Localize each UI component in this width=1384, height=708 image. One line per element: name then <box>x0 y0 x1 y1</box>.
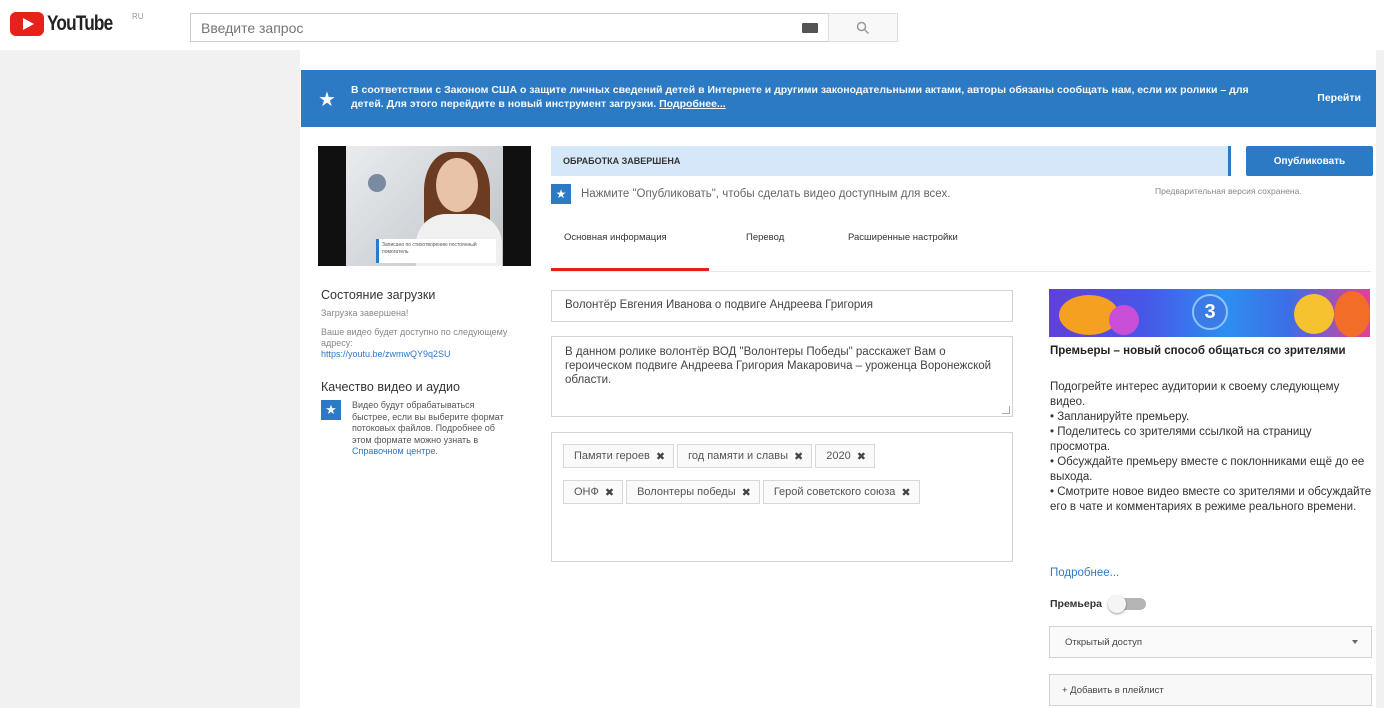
premiere-promo-image: 3 <box>1049 289 1370 337</box>
tags-field[interactable]: Памяти героев ✖ год памяти и славы ✖ 2020 ✖ О… <box>551 432 1013 562</box>
tag-chip: ОНФ ✖ <box>563 480 624 504</box>
star-icon: ★ <box>318 89 336 111</box>
remove-tag-icon[interactable]: ✖ <box>742 486 751 499</box>
premiere-toggle-label: Премьера <box>1050 598 1102 610</box>
publish-hint-text: Нажмите "Опубликовать", чтобы сделать ви… <box>581 188 951 200</box>
left-gutter <box>0 50 300 708</box>
search-box <box>190 13 828 42</box>
add-to-playlist-button[interactable]: + Добавить в плейлист <box>1049 674 1372 706</box>
premiere-point: • Смотрите новое видео вместе со зрителя… <box>1050 486 1372 513</box>
tag-chip: Памяти героев ✖ <box>563 444 675 468</box>
description-text: В данном ролике волонтёр ВОД "Волонтеры … <box>565 346 992 386</box>
banner-text: В соответствии с Законом США о защите ли… <box>351 83 1271 111</box>
tab-advanced-settings[interactable]: Расширенные настройки <box>848 232 958 243</box>
quality-text: Видео будут обрабатываться быстрее, если… <box>352 400 507 458</box>
upload-availability-text: Ваше видео будет доступно по следующему … <box>321 327 508 348</box>
premiere-more-link[interactable]: Подробнее... <box>1050 567 1119 579</box>
thumbnail-face <box>436 158 478 212</box>
premiere-toggle[interactable] <box>1107 595 1146 613</box>
tab-bar: Основная информация Перевод Расширенные … <box>551 222 1371 272</box>
tag-chip: Герой советского союза ✖ <box>762 480 920 504</box>
tag-chip: 2020 ✖ <box>815 444 875 468</box>
tab-translation[interactable]: Перевод <box>746 232 784 243</box>
search-input[interactable] <box>191 19 781 36</box>
banner-more-link[interactable]: Подробнее... <box>659 98 726 110</box>
quality-section: Качество видео и аудио ★ Видео будут обр… <box>321 380 511 458</box>
promo-character <box>1109 305 1139 335</box>
video-thumbnail[interactable]: Записано по стихотворению постоянный пом… <box>318 146 531 266</box>
tab-basic-info[interactable]: Основная информация <box>564 232 667 243</box>
star-icon: ★ <box>551 184 571 204</box>
thumbnail-object <box>368 174 386 192</box>
processing-status-bar: ОБРАБОТКА ЗАВЕРШЕНА <box>551 146 1231 176</box>
privacy-select[interactable]: Открытый доступ <box>1049 626 1372 658</box>
keyboard-icon[interactable] <box>802 23 818 33</box>
resize-handle[interactable] <box>1002 406 1010 414</box>
quality-end: . <box>435 446 438 456</box>
premiere-intro: Подогрейте интерес аудитории к своему сл… <box>1050 381 1340 408</box>
tag-chip: год памяти и славы ✖ <box>677 444 813 468</box>
title-field[interactable]: Волонтёр Евгения Иванова о подвиге Андре… <box>551 290 1013 322</box>
tag-chip: Волонтеры победы ✖ <box>626 480 760 504</box>
tag-label: год памяти и славы <box>688 450 789 462</box>
remove-tag-icon[interactable]: ✖ <box>901 486 910 499</box>
premiere-title: Премьеры – новый способ общаться со зрит… <box>1050 345 1346 357</box>
active-tab-indicator <box>551 268 709 271</box>
banner-message: В соответствии с Законом США о защите ли… <box>351 84 1249 110</box>
logo-text: YouTube <box>47 12 113 35</box>
video-url-link[interactable]: https://youtu.be/zwmwQY9q2SU <box>321 349 511 360</box>
premiere-description: Подогрейте интерес аудитории к своему сл… <box>1050 380 1372 515</box>
thumbnail-caption: Записано по стихотворению постоянный пом… <box>376 239 496 263</box>
tag-label: Герой советского союза <box>773 486 896 498</box>
premiere-toggle-row: Премьера <box>1050 595 1146 613</box>
premiere-point: • Запланируйте премьеру. <box>1050 411 1190 423</box>
tag-label: Волонтеры победы <box>637 486 736 498</box>
chevron-down-icon <box>1352 640 1358 644</box>
publish-button[interactable]: Опубликовать <box>1246 146 1373 176</box>
upload-info-column: Состояние загрузки Загрузка завершена! В… <box>321 288 511 458</box>
premiere-point: • Поделитесь со зрителями ссылкой на стр… <box>1050 426 1312 453</box>
preview-saved-text: Предварительная версия сохранена. <box>1155 186 1302 196</box>
countdown-badge: 3 <box>1192 294 1228 330</box>
remove-tag-icon[interactable]: ✖ <box>857 450 866 463</box>
tag-label: 2020 <box>826 450 851 462</box>
tag-label: ОНФ <box>574 486 599 498</box>
processing-status-text: ОБРАБОТКА ЗАВЕРШЕНА <box>563 156 681 166</box>
quality-description: Видео будут обрабатываться быстрее, если… <box>352 400 504 445</box>
header: YouTube RU <box>0 0 1384 50</box>
privacy-select-value: Открытый доступ <box>1065 637 1143 648</box>
upload-status-text: Загрузка завершена! <box>321 308 409 318</box>
remove-tag-icon[interactable]: ✖ <box>656 450 665 463</box>
help-center-link[interactable]: Справочном центре <box>352 446 435 456</box>
upload-status-title: Состояние загрузки <box>321 288 436 302</box>
quality-info: ★ Видео будут обрабатываться быстрее, ес… <box>321 400 511 458</box>
publish-hint: ★ Нажмите "Опубликовать", чтобы сделать … <box>551 184 950 204</box>
search-icon <box>856 21 870 34</box>
logo-region: RU <box>132 12 144 21</box>
promo-character <box>1334 291 1370 337</box>
remove-tag-icon[interactable]: ✖ <box>794 450 803 463</box>
play-icon <box>10 12 44 36</box>
star-icon: ★ <box>321 400 341 420</box>
premiere-point: • Обсуждайте премьеру вместе с поклонник… <box>1050 456 1365 483</box>
thumbnail-frame: Записано по стихотворению постоянный пом… <box>346 146 503 266</box>
banner-go-button[interactable]: Перейти <box>1317 92 1361 104</box>
tag-label: Памяти героев <box>574 450 650 462</box>
search-button[interactable] <box>828 13 898 42</box>
right-gutter <box>1376 50 1384 708</box>
coppa-banner: ★ В соответствии с Законом США о защите … <box>301 70 1376 127</box>
youtube-logo[interactable]: YouTube RU <box>10 12 144 36</box>
promo-character <box>1294 294 1334 334</box>
remove-tag-icon[interactable]: ✖ <box>605 486 614 499</box>
description-field[interactable]: В данном ролике волонтёр ВОД "Волонтеры … <box>551 336 1013 417</box>
quality-title: Качество видео и аудио <box>321 380 460 394</box>
